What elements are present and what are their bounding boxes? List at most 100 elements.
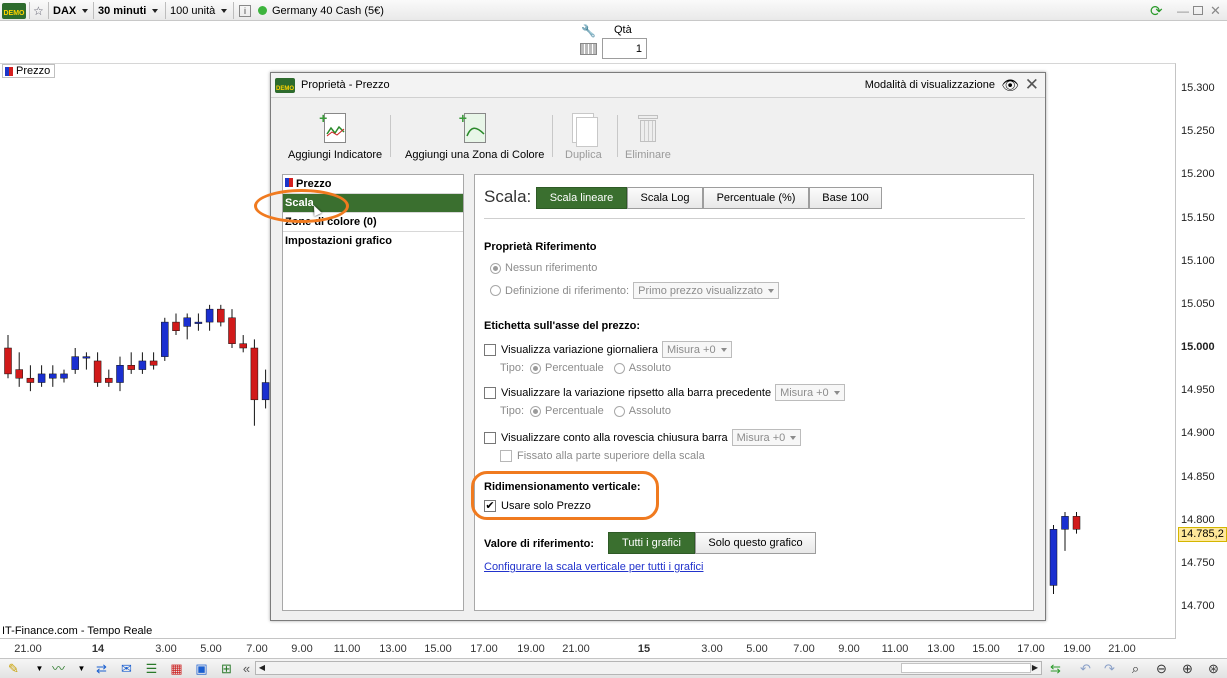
candle-left-19 xyxy=(217,304,225,327)
candle-left-21 xyxy=(239,335,247,353)
horizontal-scrollbar[interactable]: ◀ ▶ xyxy=(255,661,1042,675)
sync-icon[interactable]: ⇆ xyxy=(1047,661,1064,677)
time-tick-label: 7.00 xyxy=(246,643,268,655)
radio-icon[interactable] xyxy=(530,405,542,417)
price-tick-label: 14.700 xyxy=(1181,600,1215,612)
price-axis[interactable]: 15.300 15.250 15.200 15.150 15.100 15.050 15.0… xyxy=(1176,63,1227,638)
time-tick-label: 13.00 xyxy=(927,643,955,655)
minimize-icon[interactable]: — xyxy=(1177,0,1189,21)
zoom-fit-icon[interactable]: ⌕ xyxy=(1127,661,1144,677)
maximize-icon[interactable] xyxy=(1193,0,1203,21)
tree-item-color-zones[interactable]: Zone di colore (0) xyxy=(283,213,463,232)
grid-icon[interactable]: ▦ xyxy=(168,661,185,677)
radio-icon xyxy=(490,285,501,296)
chat-icon[interactable]: ✉ xyxy=(118,661,135,677)
toolbar-separator xyxy=(617,115,618,157)
draw-tool-icon[interactable]: ✎ xyxy=(5,661,22,677)
measure-select-value: Misura +0 xyxy=(780,386,829,399)
chart-legend[interactable]: Prezzo xyxy=(2,64,56,78)
delete-button[interactable]: Eliminare xyxy=(625,113,671,161)
candle-body xyxy=(239,343,247,349)
chart-type-icon[interactable]: ⊞ xyxy=(218,661,235,677)
dialog-logo-text: DEMO xyxy=(276,86,294,92)
share-icon[interactable]: ⇄ xyxy=(93,661,110,677)
percent-label: Percentuale xyxy=(545,405,604,417)
redo-icon[interactable]: ↷ xyxy=(1101,661,1118,677)
measure-select[interactable]: Misura +0 xyxy=(731,429,802,446)
close-icon[interactable]: ✕ xyxy=(1025,75,1039,95)
dialog-titlebar[interactable]: DEMO Proprietà - Prezzo Modalità di visu… xyxy=(271,73,1045,98)
radio-icon[interactable] xyxy=(613,405,625,417)
reference-select[interactable]: Primo prezzo visualizzato xyxy=(633,282,779,299)
trading-platform-window: DEMO ☆ DAX 30 minuti 100 unità i Germany… xyxy=(0,0,1227,678)
absolute-label: Assoluto xyxy=(628,362,671,374)
measure-select[interactable]: Misura +0 xyxy=(775,384,845,401)
window-icon[interactable]: ▣ xyxy=(193,661,210,677)
all-charts-button[interactable]: Tutti i grafici xyxy=(608,532,695,554)
candle-body xyxy=(82,356,91,359)
price-tick-label: 14.850 xyxy=(1181,470,1215,483)
zoom-out-icon[interactable]: ⊖ xyxy=(1153,661,1170,677)
no-reference-radio[interactable]: Nessun riferimento xyxy=(490,262,597,274)
countdown-checkbox[interactable]: Visualizzare conto alla rovescia chiusur… xyxy=(484,429,802,446)
duplicate-button[interactable]: Duplica xyxy=(565,113,602,161)
prev-bar-type-row: Tipo: Percentuale Assoluto xyxy=(500,405,671,417)
tree-item-price[interactable]: Prezzo xyxy=(283,175,463,194)
tree-item-chart-settings[interactable]: Impostazioni grafico xyxy=(283,232,463,251)
daily-change-checkbox[interactable]: Visualizza variazione giornaliera Misura … xyxy=(484,341,732,358)
reference-definition-radio[interactable]: Definizione di riferimento: Primo prezzo … xyxy=(490,282,779,299)
scale-linear-button[interactable]: Scala lineare xyxy=(536,187,627,209)
configure-scale-link[interactable]: Configurare la scala verticale per tutti… xyxy=(484,561,703,573)
candle-left-3 xyxy=(37,365,46,387)
scale-base100-button[interactable]: Base 100 xyxy=(809,187,882,209)
candle-left-8 xyxy=(93,352,102,387)
time-tick-label: 9.00 xyxy=(291,643,313,655)
type-label: Tipo: xyxy=(500,362,525,374)
candle-right-1 xyxy=(1049,524,1058,595)
chevron-down-icon[interactable]: ▼ xyxy=(31,661,48,677)
measure-select-value: Misura +0 xyxy=(666,343,716,356)
zoom-in-icon[interactable]: ⊕ xyxy=(1179,661,1196,677)
time-tick-label: 7.00 xyxy=(793,643,815,655)
radio-icon[interactable] xyxy=(613,362,625,374)
candle-left-15 xyxy=(172,313,180,336)
checkbox-icon xyxy=(484,386,496,399)
tree-item-scale[interactable]: Scala xyxy=(283,194,463,213)
scroll-left-arrow-icon[interactable]: ◀ xyxy=(256,662,268,674)
add-color-zone-button[interactable]: + Aggiungi una Zona di Colore xyxy=(405,110,544,161)
toolbar-separator xyxy=(552,115,553,157)
zoom-options-icon[interactable]: ⊛ xyxy=(1205,661,1222,677)
scrollbar-thumb[interactable] xyxy=(901,663,1031,673)
prev-bar-change-checkbox[interactable]: Visualizzare la variazione ripsetto alla… xyxy=(484,384,845,401)
candle-body xyxy=(228,317,236,344)
countdown-label: Visualizzare conto alla rovescia chiusur… xyxy=(501,431,728,444)
add-indicator-button[interactable]: + Aggiungi Indicatore xyxy=(288,110,382,161)
time-tick-label: 15.00 xyxy=(424,643,452,655)
price-only-checkbox[interactable]: ✔ Usare solo Prezzo xyxy=(484,500,591,512)
scale-heading: Scala: xyxy=(484,187,532,206)
indicator-icon[interactable]: 〰 xyxy=(50,661,67,677)
time-axis[interactable]: 21.00 14 3.00 5.00 7.00 9.00 11.00 13.00 15.00 17… xyxy=(0,638,1176,658)
close-window-icon[interactable]: ✕ xyxy=(1210,0,1221,21)
duplicate-label: Duplica xyxy=(565,149,602,161)
only-this-chart-button[interactable]: Solo questo grafico xyxy=(695,532,816,554)
view-mode-label[interactable]: Modalità di visualizzazione xyxy=(865,79,995,91)
type-label: Tipo: xyxy=(500,405,525,417)
fixed-top-checkbox[interactable]: Fissato alla parte superiore della scala xyxy=(500,450,705,462)
radio-icon[interactable] xyxy=(530,362,542,374)
measure-select[interactable]: Misura +0 xyxy=(661,341,732,358)
time-tick-label: 21.00 xyxy=(562,643,590,655)
chevron-down-icon[interactable]: ▼ xyxy=(73,661,90,677)
scroll-right-arrow-icon[interactable]: ▶ xyxy=(1029,662,1041,674)
eye-icon[interactable]: 👁 xyxy=(1001,78,1019,92)
scale-log-button[interactable]: Scala Log xyxy=(627,187,703,209)
scroll-left-icon[interactable]: « xyxy=(238,661,255,677)
scale-percent-button[interactable]: Percentuale (%) xyxy=(703,187,809,209)
candle-left-0 xyxy=(4,335,12,379)
list-icon[interactable]: ☰ xyxy=(143,661,160,677)
undo-icon[interactable]: ↶ xyxy=(1077,661,1094,677)
price-tick-label: 14.750 xyxy=(1181,556,1215,569)
candle-left-6 xyxy=(71,348,79,374)
candle-body xyxy=(15,369,23,379)
time-tick-label: 15.00 xyxy=(972,643,1000,655)
